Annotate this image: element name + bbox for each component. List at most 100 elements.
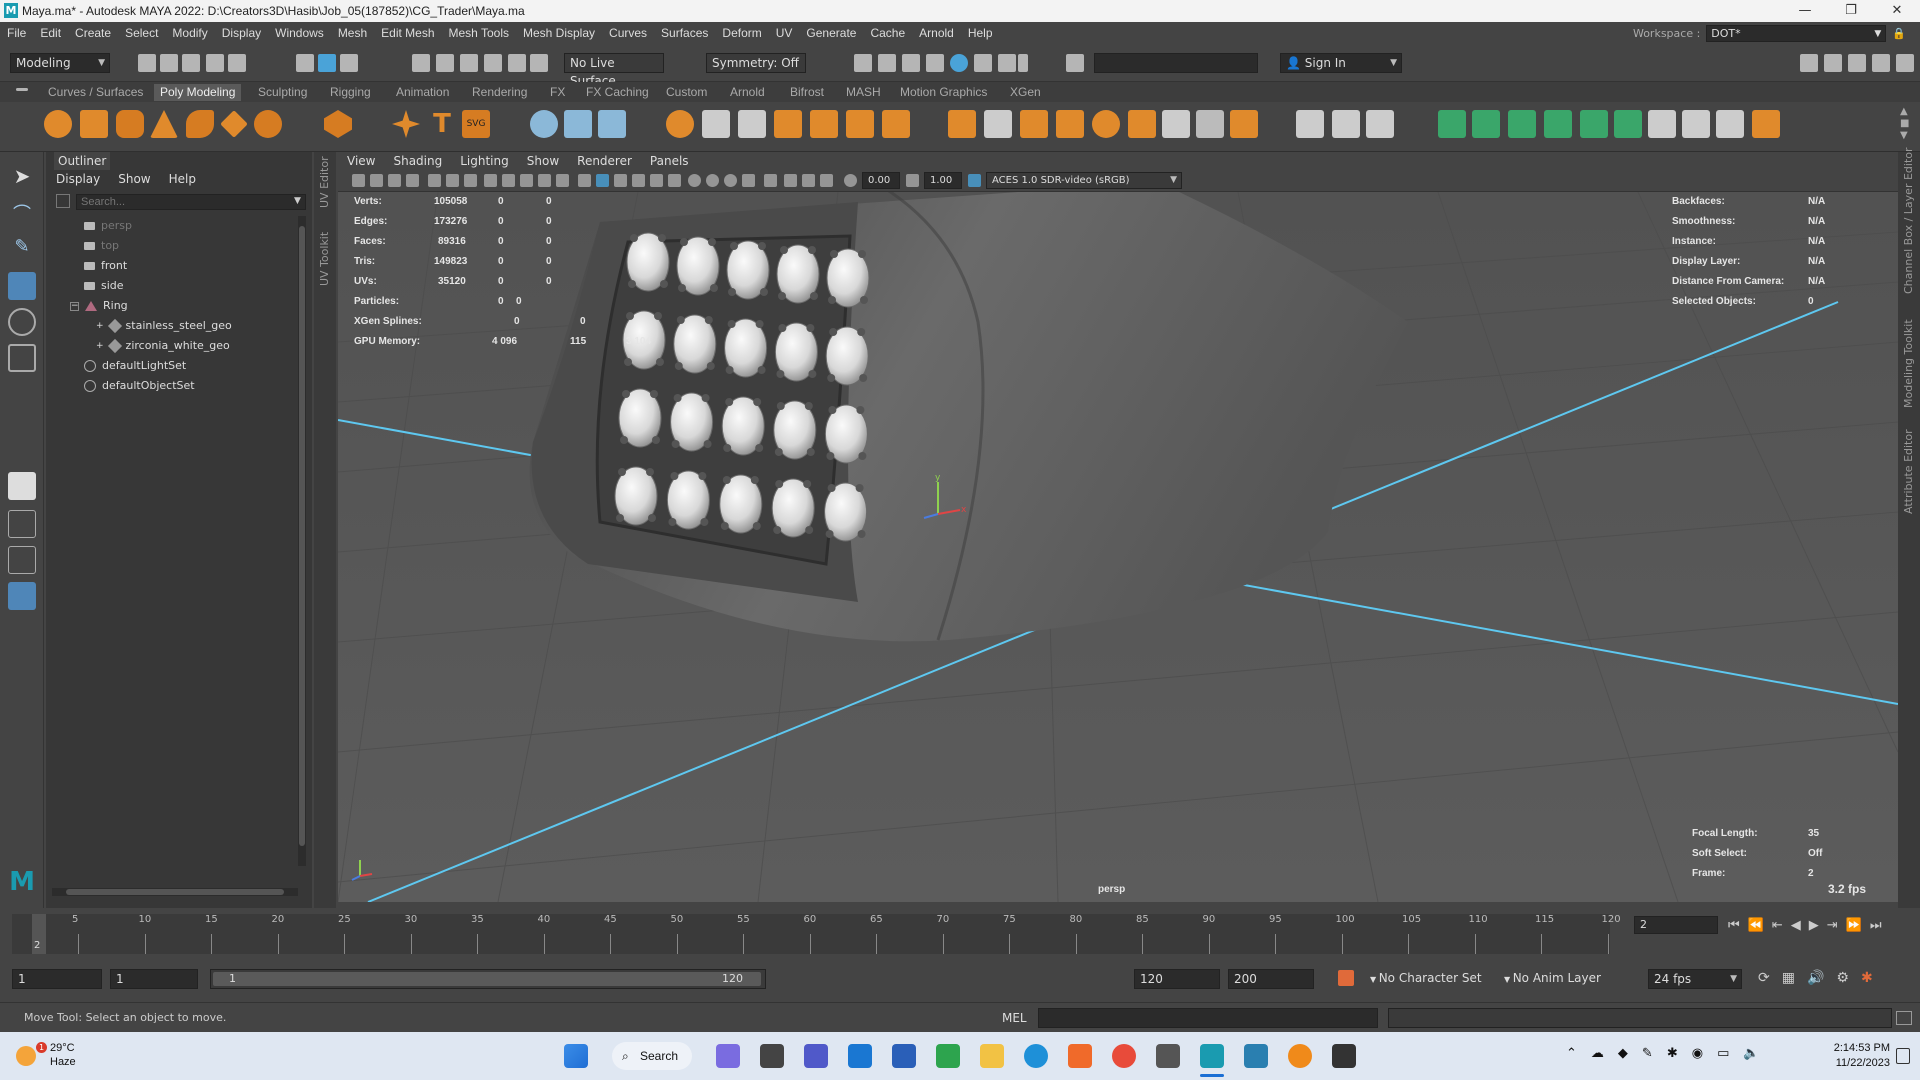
grease-pencil-icon[interactable] [446, 174, 459, 187]
outliner-item-default-light-set[interactable]: defaultLightSet [84, 356, 186, 376]
live-surface-field[interactable]: No Live Surface [564, 53, 664, 88]
select-by-component-icon[interactable] [340, 54, 358, 72]
shelf-tab-motion-graphics[interactable]: Motion Graphics [894, 84, 993, 101]
backface-culling-icon[interactable] [820, 174, 833, 187]
outliner-item-top[interactable]: top [84, 236, 119, 256]
gate-mask-icon[interactable] [520, 174, 533, 187]
playback-end-field[interactable]: 120 [1134, 969, 1220, 989]
hypershade-icon[interactable] [950, 54, 968, 72]
outliner-menu-display[interactable]: Display [56, 172, 100, 186]
smooth-icon[interactable] [598, 110, 626, 138]
snap-surface-icon[interactable] [530, 54, 548, 72]
uv-sew-icon[interactable] [1682, 110, 1710, 138]
modeling-toolkit-icon[interactable] [1800, 54, 1818, 72]
camera-attributes-icon[interactable] [370, 174, 383, 187]
auto-key-icon[interactable] [1338, 970, 1354, 986]
outliner-search-input[interactable] [76, 194, 306, 210]
pen-icon[interactable]: ✎ [1642, 1046, 1653, 1061]
menu-deform[interactable]: Deform [715, 26, 768, 40]
exposure-field[interactable]: 0.00 [862, 172, 900, 189]
command-line-input[interactable] [1038, 1008, 1378, 1028]
gamma-field[interactable]: 1.00 [924, 172, 962, 189]
undo-icon[interactable] [206, 54, 224, 72]
new-scene-icon[interactable] [138, 54, 156, 72]
fps-dropdown[interactable]: 24 fps ▼ [1648, 969, 1742, 989]
shelf-tab-sculpting[interactable]: Sculpting [252, 84, 313, 101]
uv-layout-icon[interactable] [1614, 110, 1642, 138]
shelf-tab-rigging[interactable]: Rigging [324, 84, 377, 101]
tab-uv-editor[interactable]: UV Editor [318, 156, 331, 208]
snap-grid-icon[interactable] [412, 54, 430, 72]
ambient-occlusion-icon[interactable] [688, 174, 701, 187]
file-explorer-icon[interactable] [980, 1044, 1004, 1068]
chevron-down-icon[interactable]: ▼ [294, 196, 301, 206]
menu-mesh[interactable]: Mesh [331, 26, 374, 40]
uv-grid-icon[interactable] [1716, 110, 1744, 138]
anti-aliasing-icon[interactable] [724, 174, 737, 187]
poly-torus-icon[interactable] [186, 110, 214, 138]
shelf-tab-xgen[interactable]: XGen [1004, 84, 1047, 101]
xray-joints-icon[interactable] [802, 174, 815, 187]
chrome-icon[interactable] [1112, 1044, 1136, 1068]
shelf-tab-curves-surfaces[interactable]: Curves / Surfaces [42, 84, 149, 101]
extrude-icon[interactable] [882, 110, 910, 138]
outliner-item-stainless-steel-geo[interactable]: + stainless_steel_geo [96, 316, 232, 336]
outliner-menu-show[interactable]: Show [118, 172, 150, 186]
bookmarks-icon[interactable] [388, 174, 401, 187]
render-settings-icon[interactable] [926, 54, 944, 72]
menu-mesh-display[interactable]: Mesh Display [516, 26, 602, 40]
combine-icon[interactable] [530, 110, 558, 138]
menu-surfaces[interactable]: Surfaces [654, 26, 715, 40]
poly-plane-icon[interactable] [220, 110, 248, 138]
bridge-icon[interactable] [846, 110, 874, 138]
outliner-menu-help[interactable]: Help [169, 172, 196, 186]
rotate-tool-icon[interactable] [8, 308, 36, 336]
paint-select-tool-icon[interactable]: ✎ [8, 236, 36, 264]
menu-modify[interactable]: Modify [165, 26, 214, 40]
select-by-hierarchy-icon[interactable] [296, 54, 314, 72]
anim-layer-dropdown[interactable]: ▼ No Anim Layer [1504, 971, 1601, 985]
xray-icon[interactable] [784, 174, 797, 187]
filter-icon[interactable] [56, 194, 70, 208]
viewport-menu-lighting[interactable]: Lighting [451, 154, 518, 168]
shelf-tab-bifrost[interactable]: Bifrost [784, 84, 830, 101]
menu-create[interactable]: Create [68, 26, 118, 40]
3d-app-icon[interactable] [1332, 1044, 1356, 1068]
animation-start-field[interactable]: 1 [12, 969, 102, 989]
character-set-dropdown[interactable]: ▼ No Character Set [1370, 971, 1482, 985]
field-chart-icon[interactable] [538, 174, 551, 187]
tray-chevron-up-icon[interactable]: ⌃ [1566, 1046, 1577, 1061]
outliner-layout-icon[interactable] [8, 582, 36, 610]
copilot-icon[interactable] [716, 1044, 740, 1068]
bevel-icon[interactable] [810, 110, 838, 138]
menu-mesh-tools[interactable]: Mesh Tools [442, 26, 516, 40]
menu-uv[interactable]: UV [769, 26, 800, 40]
command-language-toggle[interactable]: MEL [1002, 1011, 1027, 1025]
viewport-menu-renderer[interactable]: Renderer [568, 154, 641, 168]
tool-settings-icon[interactable] [1848, 54, 1866, 72]
render-setup-icon[interactable] [974, 54, 992, 72]
task-view-icon[interactable] [760, 1044, 784, 1068]
expand-plus-icon[interactable]: + [96, 316, 104, 336]
tab-modeling-toolkit[interactable]: Modeling Toolkit [1902, 319, 1915, 408]
outliner-item-ring[interactable]: − Ring [70, 296, 128, 316]
step-forward-key-icon[interactable]: ⏩ [1846, 918, 1862, 933]
viewport-menu-panels[interactable]: Panels [641, 154, 698, 168]
four-view-icon[interactable] [8, 510, 36, 538]
minimize-icon[interactable]: — [1782, 0, 1828, 22]
menu-windows[interactable]: Windows [268, 26, 331, 40]
shelf-tab-mash[interactable]: MASH [840, 84, 887, 101]
weather-widget[interactable]: 1 [14, 1042, 54, 1070]
append-polygon-icon[interactable] [1020, 110, 1048, 138]
resolution-gate-icon[interactable] [502, 174, 515, 187]
uv-spherical-icon[interactable] [1508, 110, 1536, 138]
playback-start-field[interactable]: 1 [110, 969, 198, 989]
step-forward-frame-icon[interactable]: ⇥ [1827, 918, 1838, 933]
edit-edge-flow-icon[interactable] [1296, 110, 1324, 138]
poly-cylinder-icon[interactable] [116, 110, 144, 138]
uv-planar-icon[interactable] [1438, 110, 1466, 138]
uv-cut-icon[interactable] [1648, 110, 1676, 138]
boolean-icon[interactable] [666, 110, 694, 138]
separate-icon[interactable] [564, 110, 592, 138]
layer-editor-icon[interactable] [1896, 54, 1914, 72]
